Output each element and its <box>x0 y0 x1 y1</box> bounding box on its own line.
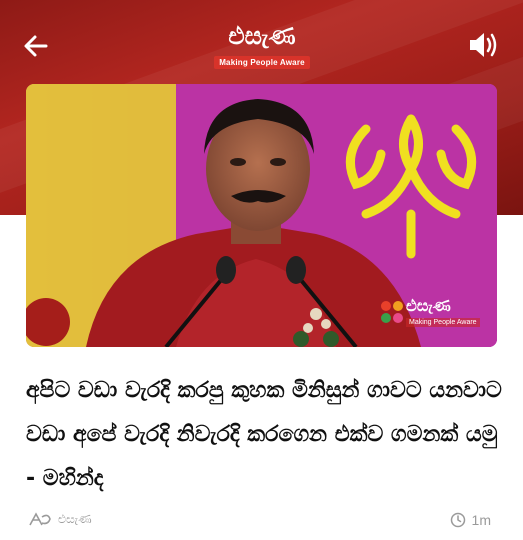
back-button[interactable] <box>22 32 50 60</box>
article-meta: එසැණ 1m <box>0 504 523 534</box>
watermark-tagline: Making People Aware <box>406 318 480 327</box>
sound-button[interactable] <box>467 30 501 60</box>
app-logo: එසැණ Making People Aware <box>206 22 318 69</box>
watermark-brand: එසැණ <box>406 296 451 315</box>
article-headline[interactable]: අපිට වඩා වැරදි කරපු කුහක මිනිසුන් ගාවට ය… <box>26 369 506 501</box>
article-image[interactable]: එසැණ Making People Aware <box>26 84 497 347</box>
brand-tagline: Making People Aware <box>214 56 310 69</box>
speaker-volume-icon <box>470 33 497 57</box>
time-ago: 1m <box>471 512 491 528</box>
source-label[interactable]: එසැණ <box>28 511 92 527</box>
source-logo-icon <box>29 512 51 526</box>
source-name: එසැණ <box>58 511 92 526</box>
image-watermark: එසැණ Making People Aware <box>376 296 486 332</box>
clock-icon <box>450 512 465 528</box>
brand-name: එසැණ <box>228 22 296 50</box>
timestamp: 1m <box>450 512 491 528</box>
arrow-left-icon <box>24 35 48 57</box>
